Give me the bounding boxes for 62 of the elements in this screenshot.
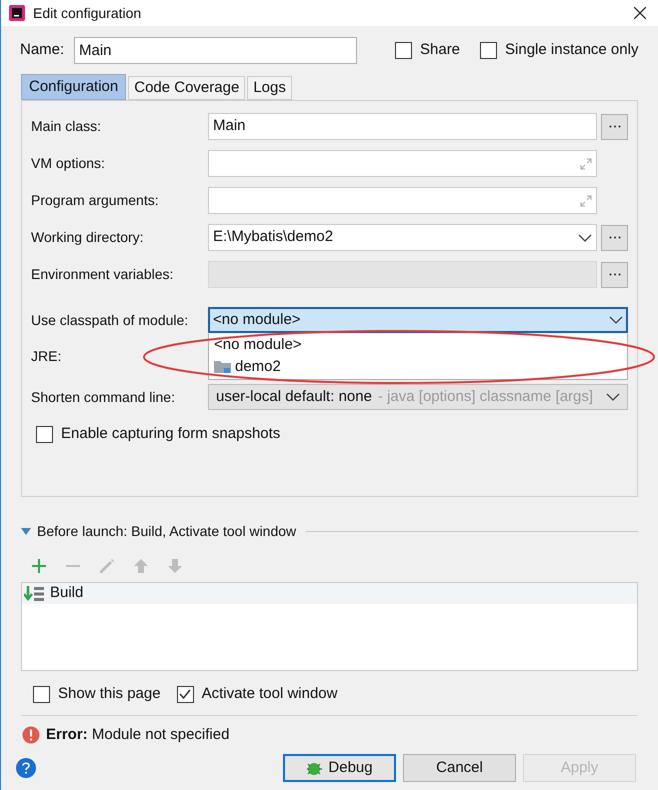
module-dropdown[interactable]: <no module> — [208, 307, 628, 333]
tab[interactable]: Configuration — [21, 74, 126, 100]
plus-icon[interactable] — [31, 558, 47, 574]
tab[interactable]: Logs — [247, 76, 292, 100]
checkbox[interactable] — [480, 42, 498, 59]
input-field[interactable]: E:\Mybatis\demo2 — [208, 224, 597, 251]
browse-button[interactable] — [601, 224, 628, 250]
ellipsis-icon — [608, 236, 620, 239]
dropdown-hint: - java [options] classname [args] — [378, 386, 594, 407]
expand-icon[interactable] — [580, 158, 592, 170]
section-title: Before launch: Build, Activate tool window — [37, 522, 296, 541]
field-label: Shorten command line: — [31, 388, 176, 406]
input-field[interactable] — [208, 187, 597, 214]
shorten-dropdown[interactable]: user-local default: none - java [options] classname [args] — [208, 384, 628, 410]
build-icon — [24, 584, 46, 602]
input-field[interactable] — [208, 150, 597, 177]
field-value: E:\Mybatis\demo2 — [213, 227, 334, 248]
checkbox-label: Activate tool window — [202, 684, 338, 704]
chevron-down-icon — [606, 393, 620, 401]
name-field[interactable]: Main — [74, 37, 357, 64]
triangle-down-icon[interactable] — [21, 528, 31, 536]
field-value: Main — [213, 116, 247, 136]
error-message: Error: Module not specified — [46, 724, 230, 744]
checkbox-label: Show this page — [58, 684, 161, 704]
field-label: Working directory: — [31, 228, 145, 247]
ellipsis-icon — [608, 125, 620, 128]
input-field[interactable]: Main — [208, 113, 597, 140]
dropdown-option[interactable]: <no module> — [209, 334, 627, 356]
bug-icon — [306, 760, 324, 776]
field-label: Use classpath of module: — [31, 310, 190, 330]
chevron-down-icon — [578, 234, 592, 242]
ellipsis-icon — [608, 273, 620, 276]
app-icon — [9, 5, 25, 21]
help-icon — [22, 762, 30, 774]
chevron-down-icon — [609, 316, 623, 324]
dialog-button[interactable]: Cancel — [403, 754, 516, 782]
field-label: Program arguments: — [31, 191, 160, 210]
field-label: VM options: — [31, 154, 106, 173]
dropdown-value: <no module> — [213, 310, 302, 330]
checkbox[interactable] — [176, 686, 194, 703]
name-label: Name: — [20, 40, 66, 60]
checkbox-label: Single instance only — [505, 40, 638, 60]
checkbox[interactable] — [33, 686, 50, 703]
checkbox-label: Share — [420, 40, 460, 60]
dropdown-value: user-local default: none — [216, 386, 372, 407]
dialog-button[interactable]: Debug — [283, 754, 396, 782]
help-button[interactable] — [16, 758, 36, 778]
dropdown-option[interactable]: demo2 — [209, 356, 627, 378]
task-item[interactable]: Build — [22, 583, 637, 604]
field-label: Main class: — [31, 117, 102, 136]
checkbox-label: Enable capturing form snapshots — [61, 424, 280, 444]
tab[interactable]: Code Coverage — [128, 76, 246, 100]
checkbox[interactable] — [36, 426, 53, 443]
field-label: JRE: — [31, 347, 62, 366]
checkbox[interactable] — [395, 42, 412, 59]
browse-button[interactable] — [601, 114, 628, 140]
folder-icon — [214, 360, 232, 374]
expand-icon[interactable] — [580, 194, 592, 206]
window-title: Edit configuration — [33, 4, 142, 23]
error-icon — [22, 726, 40, 744]
field-label: Environment variables: — [31, 265, 174, 284]
close-icon — [634, 7, 646, 19]
